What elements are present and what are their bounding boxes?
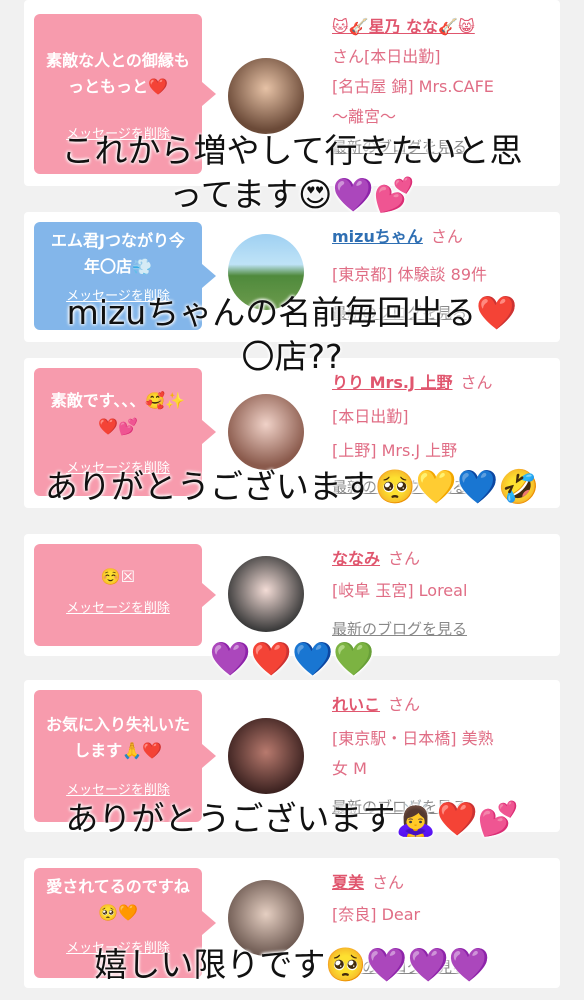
profile-name-link[interactable]: ななみ [332,549,380,568]
caption-overlay: これから増やして行きたいと思 [61,131,523,170]
caption-overlay: ありがとうございます🙇‍♀️❤️💕 [65,799,519,838]
avatar[interactable] [228,58,304,134]
shop-location: [岐阜 玉宮] Loreal [332,581,468,600]
message-text: 素敵な人との御縁もっともっと❤️ [46,51,190,96]
status-text: [本日出勤] [332,407,409,426]
shop-location: [上野] Mrs.J 上野 [332,441,458,460]
message-text: お気に入り失礼いたします🙏❤️ [45,715,190,760]
san-label: さん [372,873,405,892]
status-text: さん[本日出勤] [332,47,441,66]
message-bubble: ☺️☒ メッセージを削除 [34,544,216,646]
profile-name-link[interactable]: れいこ [332,695,380,714]
avatar[interactable] [228,394,304,470]
shop-location: [東京都] 体験談 89件 [332,265,488,284]
avatar[interactable] [228,556,304,632]
san-label: さん [388,549,421,568]
message-text: 素敵です、、、🥰✨❤️💕 [50,391,186,436]
caption-overlay: mizuちゃんの名前毎回出る❤️ [66,293,518,332]
profile-info: ななみ さん [岐阜 玉宮] Loreal 最新のブログを見る [332,544,550,644]
profile-name-link[interactable]: 夏美 [332,873,364,892]
caption-overlay: ってます😍💜💕 [169,175,415,214]
message-text: ☺️☒ [100,567,136,586]
message-text: 愛されてるのですね🥺🧡 [46,877,190,922]
emoji-overlay: 💜❤️💙💚 [209,639,375,678]
avatar[interactable] [228,718,304,794]
profile-name-link[interactable]: 🐱🎸星乃 なな🎸😸 [332,17,475,36]
san-label: さん [388,695,421,714]
caption-overlay: ありがとうございます🥺💛💙🤣 [44,467,540,506]
shop-location: [東京駅・日本橋] 美熟 [332,729,494,748]
shop-location: [名古屋 錦] Mrs.CAFE [332,77,494,96]
shop-location-cont: 女 M [332,759,367,778]
san-label: さん [430,227,463,246]
shop-location-cont: 〜離宮〜 [332,107,397,126]
delete-message-link[interactable]: メッセージを削除 [44,596,192,622]
profile-name-link[interactable]: mizuちゃん [332,227,423,246]
message-text: エム君Jつながり今年〇店💨 [51,231,185,276]
caption-overlay: 〇店?? [241,337,343,376]
shop-location: [奈良] Dear [332,905,421,924]
caption-overlay: 嬉しい限りです🥺💜💜💜 [94,945,490,984]
